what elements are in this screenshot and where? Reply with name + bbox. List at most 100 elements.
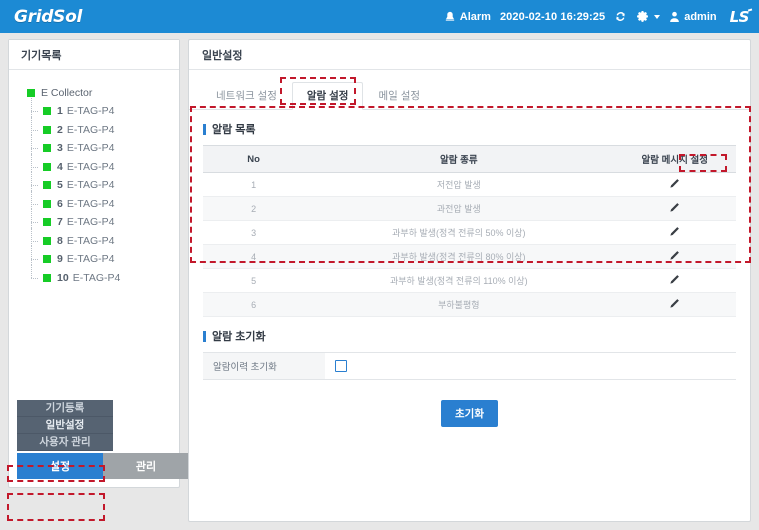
tree-item-index: 3 [57,142,63,155]
reset-button-row: 초기화 [189,380,750,427]
column-header-message: 알람 메시지 설정 [613,145,736,173]
tree-item-4[interactable]: 4 E-TAG-P4 [9,153,179,177]
user-account[interactable]: admin [669,10,717,23]
alarm-status[interactable]: Alarm [444,11,491,23]
device-list-sidebar: 기기목록 E Collector 1 E-TAG-P4 2 E-TAG-P4 3… [8,39,189,488]
tree-item-8[interactable]: 8 E-TAG-P4 [9,227,179,251]
node-status-square-icon [43,199,51,208]
header-datetime: 2020-02-10 16:29:25 [499,10,606,23]
cell-type: 부하불평형 [304,292,614,317]
tree-root-label: E Collector [41,87,93,99]
tree-item-label: E-TAG-P4 [66,123,115,136]
main-panel: 일반설정 네트워크 설정 알람 설정 메일 설정 알람 목록 No 알람 종류 … [188,39,751,522]
cell-action [613,268,736,293]
node-status-square-icon [43,144,51,153]
tab-mail-settings[interactable]: 메일 설정 [363,82,435,110]
table-header-row: No 알람 종류 알람 메시지 설정 [203,145,736,173]
alarm-reset-section-title: 알람 초기화 [189,317,750,352]
table-row: 2 과전압 발생 [203,196,736,221]
tree-item-label: E-TAG-P4 [66,216,115,229]
tree-root-node[interactable]: E Collector [9,84,179,102]
tree-item-label: E-TAG-P4 [66,179,115,192]
tree-item-label: E-TAG-P4 [66,160,115,173]
tree-item-6[interactable]: 6 E-TAG-P4 [9,190,179,214]
annotation-highlight-settings-tab [7,493,105,521]
alarm-list-table: No 알람 종류 알람 메시지 설정 1 저전압 발생 2 과전압 발생 3 과… [203,145,736,317]
section-accent-bar [203,123,206,135]
alarm-reset-field-row: 알람이력 초기화 [203,352,736,380]
app-header: GridSol Alarm 2020-02-10 16:29:25 admin … [0,0,759,33]
cell-no: 2 [203,196,305,221]
tree-item-10[interactable]: 10 E-TAG-P4 [9,264,179,288]
refresh-icon[interactable] [614,10,627,23]
tree-item-index: 1 [57,105,63,118]
tree-item-index: 9 [57,253,63,266]
user-name: admin [684,10,717,23]
tree-item-index: 7 [57,216,63,229]
tree-item-label: E-TAG-P4 [72,271,121,284]
cell-no: 5 [203,268,305,293]
pencil-icon[interactable] [669,226,680,237]
app-logo: GridSol [14,6,82,27]
sidebar-item-general-settings[interactable]: 일반설정 [17,417,113,434]
tree-item-index: 2 [57,123,63,136]
tree-item-label: E-TAG-P4 [66,105,115,118]
alarm-history-reset-label: 알람이력 초기화 [203,353,325,379]
tree-item-3[interactable]: 3 E-TAG-P4 [9,135,179,158]
chevron-down-icon [654,14,661,19]
table-row: 5 과부하 발생(정격 전류의 110% 이상) [203,268,736,293]
tree-item-index: 5 [57,179,63,192]
settings-menu[interactable] [636,10,661,23]
sidebar-item-device-registration[interactable]: 기기등록 [17,400,113,417]
section-accent-bar [203,330,206,342]
tree-item-2[interactable]: 2 E-TAG-P4 [9,116,179,140]
cell-action [613,220,736,245]
alarm-reset-control-cell [325,353,736,379]
cell-type: 저전압 발생 [304,172,614,197]
tree-item-index: 4 [57,160,63,173]
user-icon [669,11,680,23]
cell-no: 3 [203,220,305,245]
settings-tabs: 네트워크 설정 알람 설정 메일 설정 [189,78,750,110]
section-title-text: 알람 목록 [212,124,256,136]
alarm-table-wrapper: No 알람 종류 알람 메시지 설정 1 저전압 발생 2 과전압 발생 3 과… [189,145,750,317]
sidebar-title: 기기목록 [9,40,179,70]
node-status-square-icon [43,125,51,134]
gear-icon [636,10,649,23]
tree-item-label: E-TAG-P4 [66,142,115,155]
tab-alarm-settings[interactable]: 알람 설정 [291,82,364,110]
node-status-square-icon [43,236,51,245]
table-row: 1 저전압 발생 [203,172,736,197]
node-status-square-icon [43,181,51,190]
column-header-no: No [203,145,305,173]
cell-type: 과부하 발생(정격 전류의 50% 이상) [304,220,614,245]
tab-network-settings[interactable]: 네트워크 설정 [201,82,292,110]
tree-item-5[interactable]: 5 E-TAG-P4 [9,172,179,195]
cell-type: 과부하 발생(정격 전류의 110% 이상) [304,268,614,293]
table-row: 6 부하불평형 [203,292,736,317]
alarm-history-reset-checkbox[interactable] [335,360,347,372]
tree-item-index: 10 [57,271,69,284]
sidebar-nav-menu: 기기등록 일반설정 사용자 관리 [17,400,113,451]
cell-no: 4 [203,244,305,269]
table-row: 3 과부하 발생(정격 전류의 50% 이상) [203,220,736,245]
sidebar-item-user-management[interactable]: 사용자 관리 [17,434,113,451]
reset-button[interactable]: 초기화 [441,400,498,427]
pencil-icon[interactable] [669,298,680,309]
pencil-icon[interactable] [669,274,680,285]
pencil-icon[interactable] [669,178,680,189]
tree-item-9[interactable]: 9 E-TAG-P4 [9,246,179,269]
section-title-text: 알람 초기화 [212,331,266,343]
tree-item-1[interactable]: 1 E-TAG-P4 [9,98,179,121]
bottom-tab-settings[interactable]: 설정 [17,453,103,479]
pencil-icon[interactable] [669,250,680,261]
node-status-square-icon [43,273,51,282]
bottom-tab-management[interactable]: 관리 [103,453,189,479]
table-row: 4 과부하 발생(정격 전류의 80% 이상) [203,244,736,269]
pencil-icon[interactable] [669,202,680,213]
tree-item-7[interactable]: 7 E-TAG-P4 [9,209,179,232]
cell-action [613,292,736,317]
alarm-list-section-title: 알람 목록 [189,110,750,145]
cell-type: 과전압 발생 [304,196,614,221]
table-header: No 알람 종류 알람 메시지 설정 [203,145,736,173]
